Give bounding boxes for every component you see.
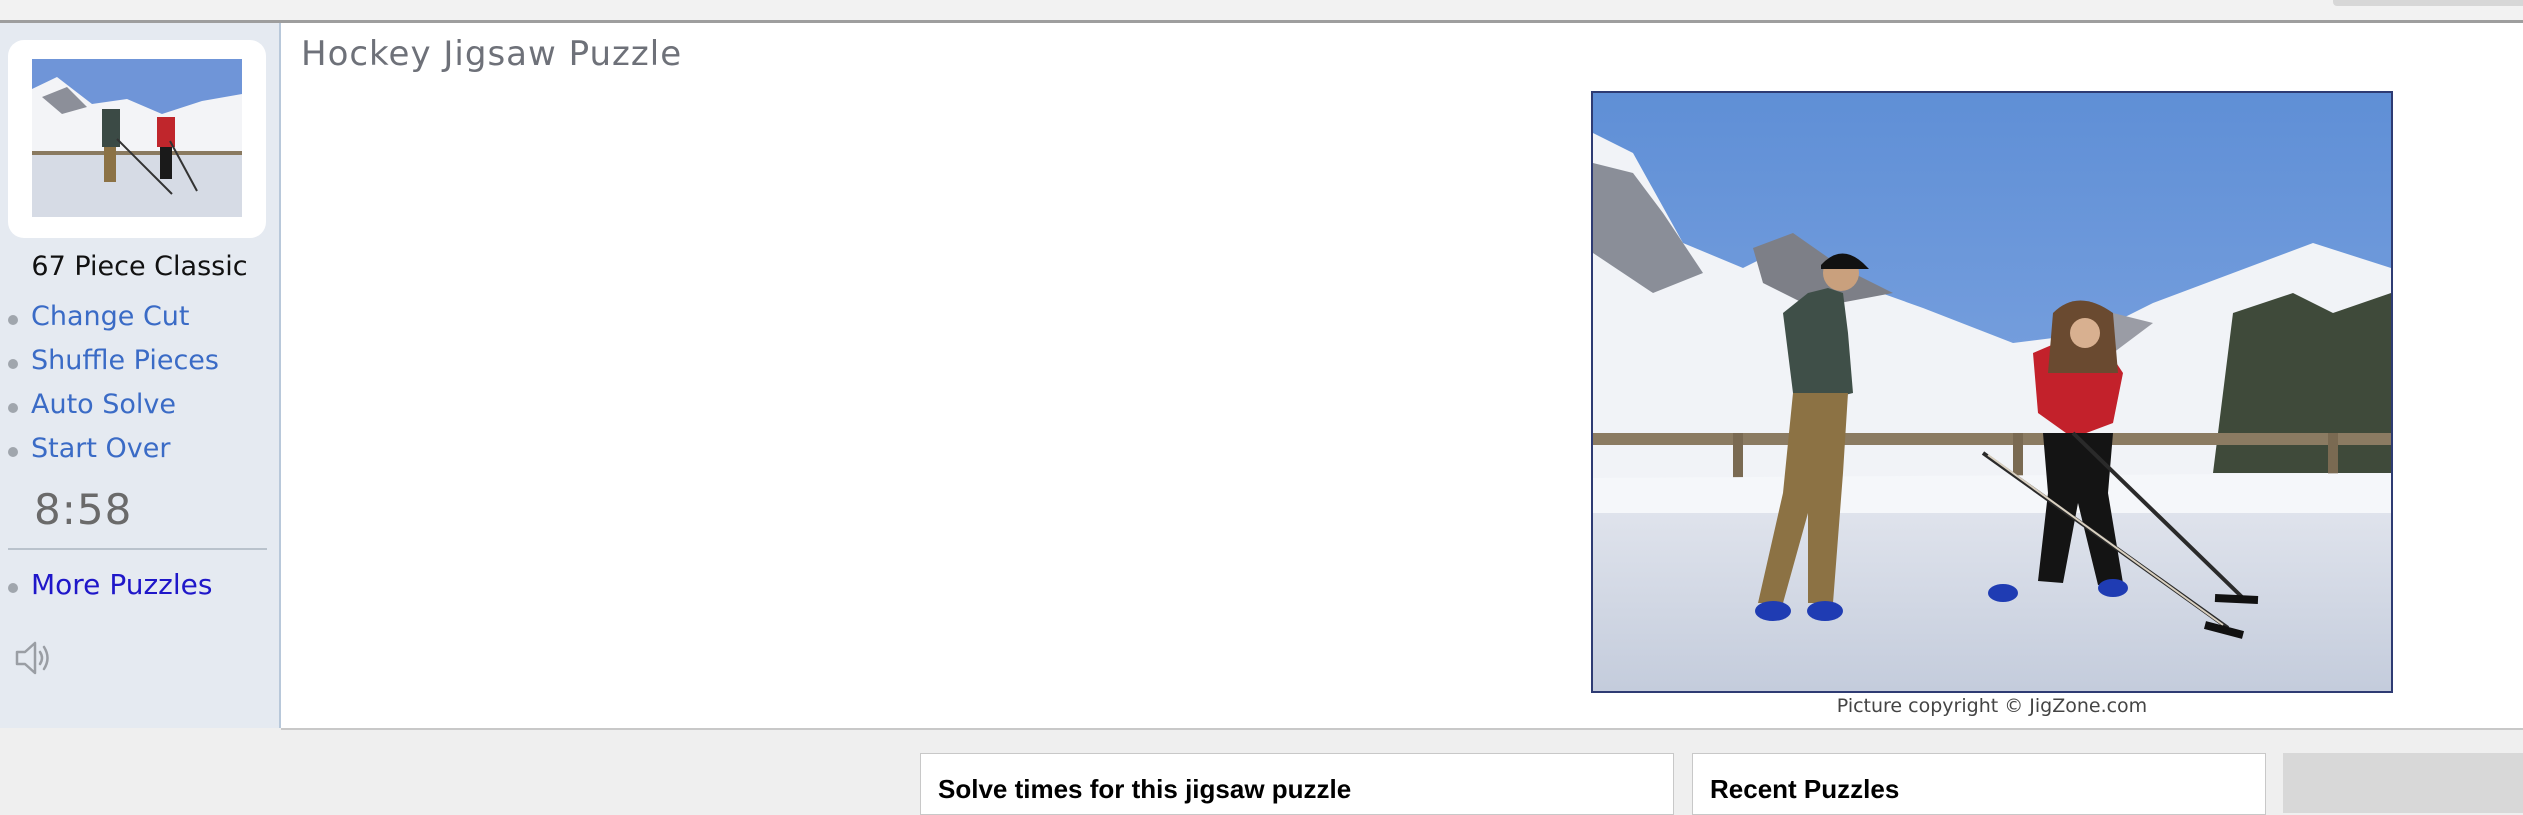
page-title: Hockey Jigsaw Puzzle xyxy=(301,34,683,74)
main-content: Hockey Jigsaw Puzzle Picture copyright ©… xyxy=(281,23,2523,730)
shuffle-pieces-link[interactable]: Shuffle Pieces xyxy=(31,345,219,376)
bullet-icon xyxy=(8,447,18,457)
change-cut-link[interactable]: Change Cut xyxy=(31,301,190,332)
bullet-icon xyxy=(8,403,18,413)
sidebar: 67 Piece Classic Change Cut Shuffle Piec… xyxy=(0,23,281,728)
solve-times-heading: Solve times for this jigsaw puzzle xyxy=(938,774,1352,804)
solve-times-panel: Solve times for this jigsaw puzzle xyxy=(920,753,1674,815)
speaker-icon[interactable] xyxy=(13,638,57,678)
puzzle-thumbnail[interactable] xyxy=(32,59,242,217)
auto-solve-link[interactable]: Auto Solve xyxy=(31,389,176,420)
sidebar-divider xyxy=(8,548,267,550)
bullet-icon xyxy=(8,359,18,369)
more-puzzles-link[interactable]: More Puzzles xyxy=(31,568,212,601)
bullet-icon xyxy=(8,315,18,325)
timer: 8:58 xyxy=(34,485,133,534)
start-over-link[interactable]: Start Over xyxy=(31,433,170,464)
recent-puzzles-panel: Recent Puzzles xyxy=(1692,753,2266,815)
puzzle-board[interactable] xyxy=(1591,91,2393,693)
piece-count-label: 67 Piece Classic xyxy=(31,251,248,282)
recent-puzzles-heading: Recent Puzzles xyxy=(1710,774,1900,804)
top-right-tab xyxy=(2333,0,2523,6)
picture-copyright: Picture copyright © JigZone.com xyxy=(1836,695,2148,717)
browser-top-bar xyxy=(0,0,2523,23)
right-side-panel xyxy=(2283,753,2523,813)
thumbnail-card[interactable] xyxy=(8,40,266,238)
bullet-icon xyxy=(8,583,18,593)
